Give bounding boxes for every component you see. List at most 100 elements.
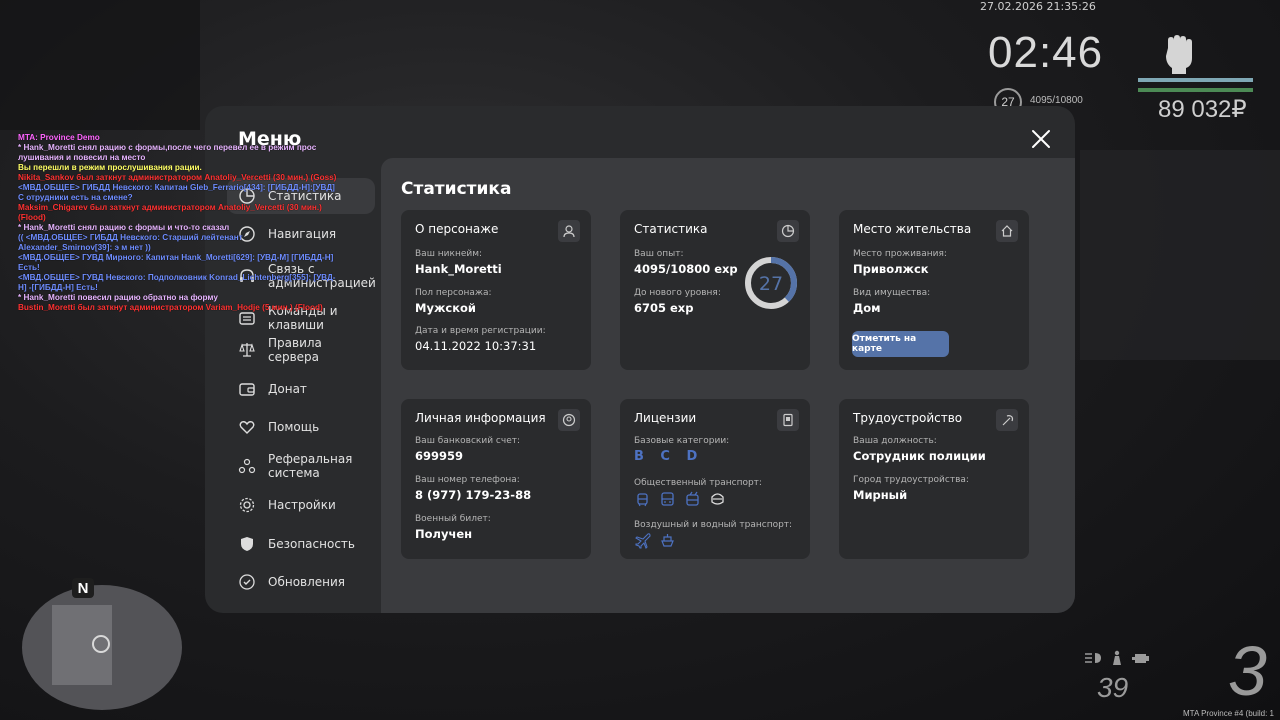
stats-card: Статистика Ваш опыт: 4095/10800 exp До н… (620, 210, 810, 370)
military-value: Получен (415, 527, 473, 541)
air-water-label: Воздушный и водный транспорт: (634, 520, 793, 530)
card-title: Трудоустройство (853, 411, 963, 425)
wallet-icon (239, 383, 255, 396)
next-level-label: До нового уровня: (634, 288, 721, 298)
sidebar-item-label: Настройки (268, 498, 336, 512)
chat-line: MTA: Province Demo (18, 133, 100, 142)
user-icon (558, 220, 580, 242)
licenses-card: Лицензии Базовые категории: B C D Общест… (620, 399, 810, 559)
base-categories-label: Базовые категории: (634, 436, 730, 446)
gender-value: Мужской (415, 301, 476, 315)
fist-icon (1166, 35, 1192, 74)
sidebar-item-label: Безопасность (268, 537, 355, 551)
sidebar-item-security[interactable]: Безопасность (227, 526, 375, 562)
property-label: Вид имущества: (853, 288, 931, 298)
card-title: Лицензии (634, 411, 697, 425)
ship-icon (661, 534, 674, 547)
residence-label: Место проживания: (853, 249, 947, 259)
exp-label: Ваш опыт: (634, 249, 684, 259)
exp-value: 4095/10800 exp (634, 262, 738, 276)
build-info: MTA Province #4 (build: 1 (1183, 709, 1275, 718)
phone-value: 8 (977) 179-23-88 (415, 488, 532, 502)
position-label: Ваша должность: (853, 436, 937, 446)
background-building (0, 0, 200, 130)
residence-card: Место жительства Место проживания: Приво… (839, 210, 1029, 370)
shield-icon (241, 537, 253, 551)
fuel-value: 39 (1097, 672, 1129, 703)
tram-icon (637, 493, 648, 507)
chat-line: <МВД.ОБЩЕЕ> ГУВД Мирного: Капитан Hank_M… (18, 253, 334, 272)
hud-exp: 4095/10800 (1030, 95, 1083, 106)
pickaxe-icon (996, 409, 1018, 431)
scales-icon (239, 343, 255, 357)
card-title: Личная информация (415, 411, 546, 425)
house-icon (996, 220, 1018, 242)
phone-label: Ваш номер телефона: (415, 475, 520, 485)
minimap (22, 585, 182, 710)
armor-bar (1138, 88, 1253, 92)
chat-line: * Hank_Moretti повесил рацию обратно на … (18, 293, 218, 302)
airplane-icon (635, 533, 651, 549)
employment-city-label: Город трудоустройства: (853, 475, 969, 485)
trolleybus-icon (686, 491, 699, 506)
character-card: О персонаже Ваш никнейм: Hank_Moretti По… (401, 210, 591, 370)
position-value: Сотрудник полиции (853, 449, 986, 463)
next-level-value: 6705 exp (634, 301, 694, 315)
chat-line: * Hank_Moretti снял рацию с формы и что-… (18, 223, 230, 232)
close-icon[interactable] (1028, 126, 1054, 152)
sidebar-item-donate[interactable]: Донат (227, 371, 375, 407)
sidebar-item-rules[interactable]: Правила сервера (227, 332, 375, 368)
chat-line: Вы перешли в режим прослушивания рации. (18, 163, 202, 172)
people-network-icon (238, 458, 256, 474)
military-label: Военный билет: (415, 514, 491, 524)
page-title: Статистика (401, 179, 512, 199)
headlight-icon (1085, 653, 1101, 663)
sidebar-item-help[interactable]: Помощь (227, 409, 375, 445)
seatbelt-icon (1113, 650, 1121, 665)
hud-datetime: 27.02.2026 21:35:26 (980, 0, 1096, 13)
chat-line: * Hank_Moretti снял рацию с формы,после … (18, 143, 317, 162)
health-bar (1138, 78, 1253, 82)
base-categories-value: B C D (634, 449, 704, 464)
chat-line: Bustin_Moretti был заткнут администратор… (18, 303, 323, 312)
registration-value: 04.11.2022 10:37:31 (415, 339, 537, 353)
engine-icon (1132, 654, 1149, 663)
nickname-value: Hank_Moretti (415, 262, 502, 276)
registration-label: Дата и время регистрации: (415, 326, 546, 336)
gear-indicator: 3 (1228, 632, 1267, 710)
level-progress-ring: 27 (745, 257, 797, 309)
pie-chart-icon (777, 220, 799, 242)
hud-clock: 02:46 (988, 28, 1104, 77)
player-marker-icon (92, 635, 110, 653)
mark-on-map-button[interactable]: Отметить на карте (852, 331, 949, 357)
public-transport-label: Общественный транспорт: (634, 478, 762, 488)
chat-line: <МВД.ОБЩЕЕ> ГУВД Невского: Подполковник … (18, 273, 336, 292)
nickname-label: Ваш никнейм: (415, 249, 483, 259)
bus-icon (661, 492, 674, 506)
train-icon (711, 493, 724, 505)
level-number: 27 (759, 273, 783, 295)
card-title: Место жительства (853, 222, 972, 236)
sidebar-item-label: Помощь (268, 420, 320, 434)
sidebar-item-referral[interactable]: Реферальная система (227, 446, 375, 486)
residence-value: Приволжск (853, 262, 929, 276)
chat-line: <МВД.ОБЩЕЕ> ГИБДД Невского: Капитан Gleb… (18, 183, 335, 202)
sidebar-item-label: Реферальная система (268, 452, 353, 480)
employment-city-value: Мирный (853, 488, 908, 502)
gear-icon (239, 497, 255, 513)
personal-info-card: Личная информация Ваш банковский счет: 6… (401, 399, 591, 559)
gender-label: Пол персонажа: (415, 288, 492, 298)
chat-log: MTA: Province Demo * Hank_Moretti снял ра… (18, 133, 338, 313)
employment-card: Трудоустройство Ваша должность: Сотрудни… (839, 399, 1029, 559)
background-building (1080, 150, 1280, 360)
chat-line: (( <МВД.ОБЩЕЕ> ГИБДД Невского: Старший л… (18, 233, 243, 252)
sidebar-item-settings[interactable]: Настройки (227, 487, 375, 523)
statistics-panel: Статистика О персонаже Ваш никнейм: Hank… (381, 158, 1075, 613)
vehicle-indicators (1083, 650, 1151, 666)
chat-line: Nikita_Sankov был заткнут администраторо… (18, 173, 337, 182)
card-title: О персонаже (415, 222, 499, 236)
property-value: Дом (853, 301, 881, 315)
chat-line: Maksim_Chigarev был заткнут администрато… (18, 203, 322, 222)
sidebar-item-updates[interactable]: Обновления (227, 564, 375, 600)
refresh-icon (239, 574, 255, 590)
